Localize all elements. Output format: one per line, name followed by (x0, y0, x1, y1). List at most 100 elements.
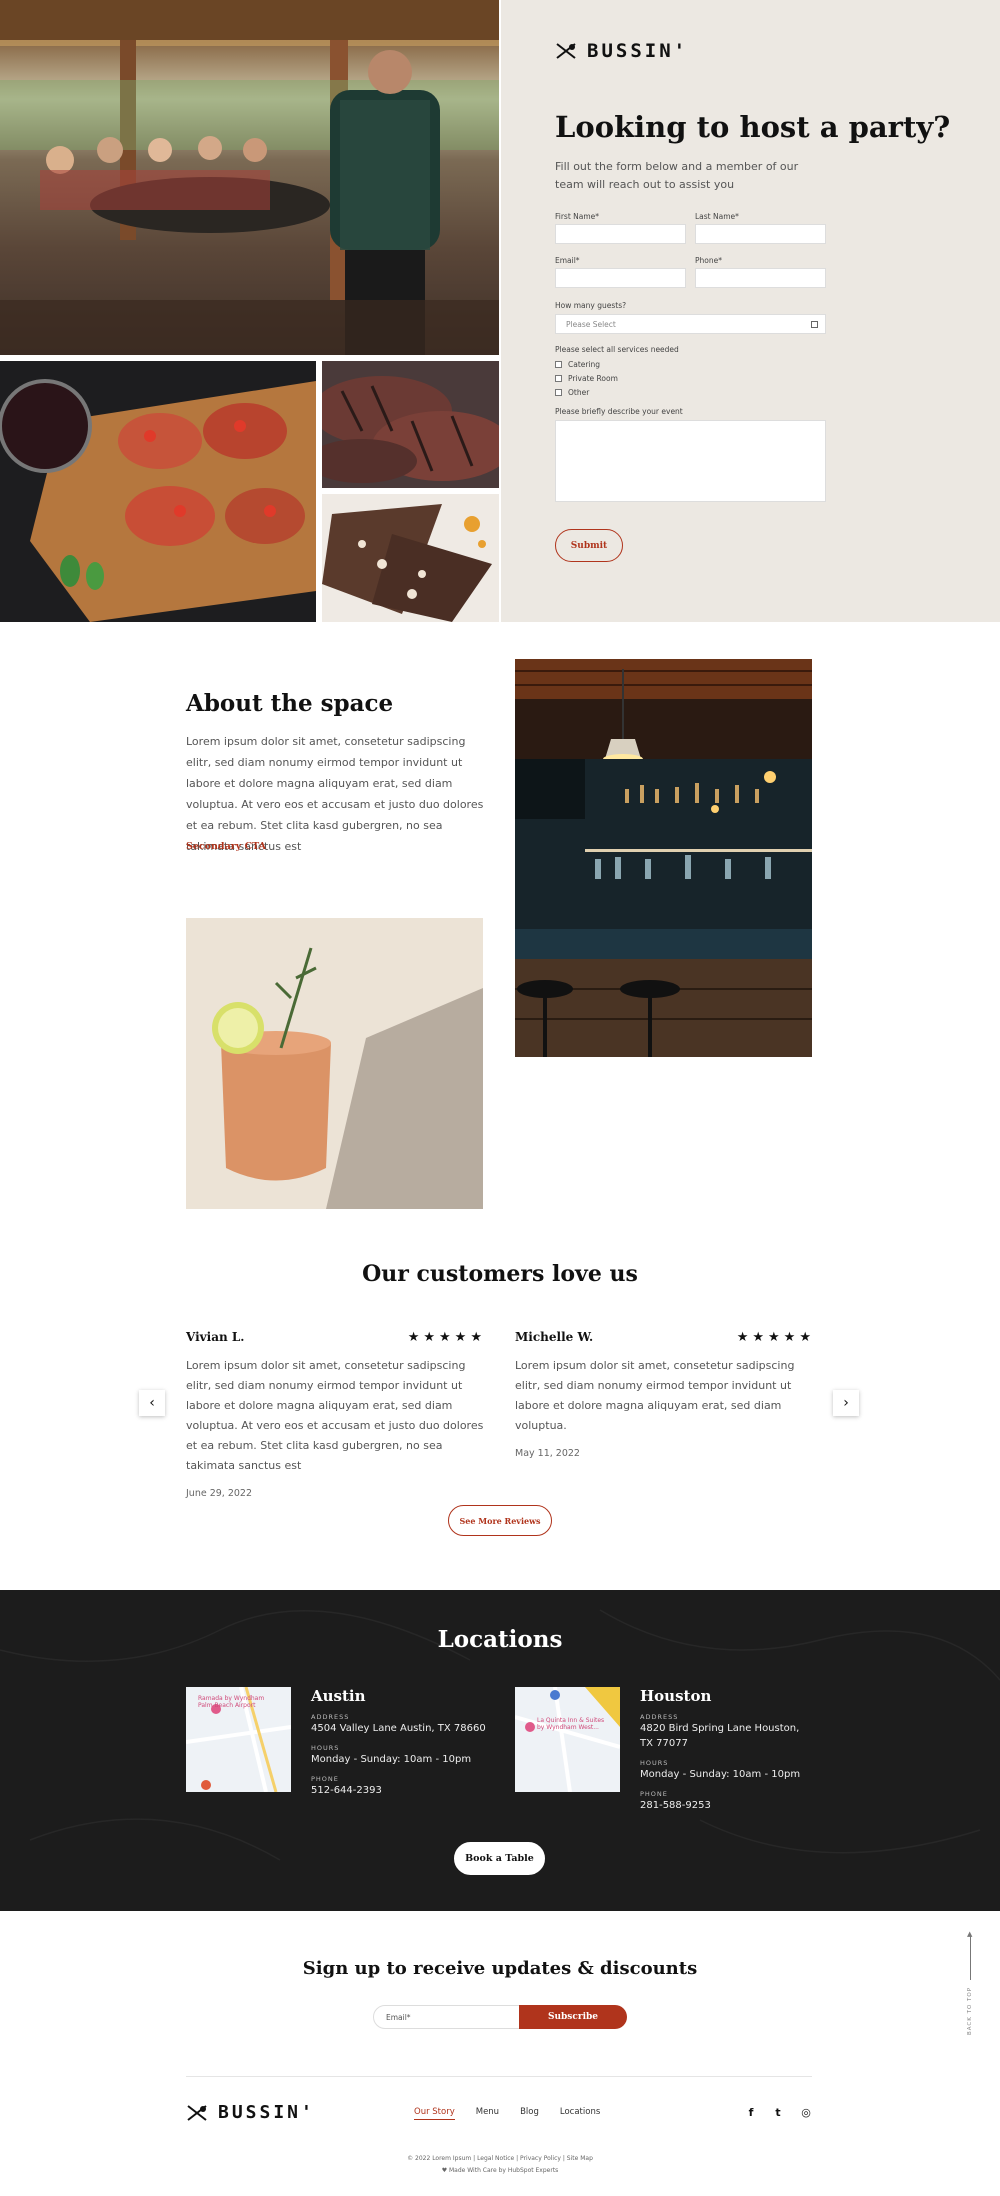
ribs-illustration (322, 361, 499, 488)
cocktail-illustration (212, 947, 483, 1209)
reviews-prev-button[interactable]: ‹ (139, 1390, 165, 1416)
phone-key: PHONE (311, 1775, 339, 1783)
map-illustration (515, 1687, 620, 1792)
utensils-icon (556, 43, 576, 59)
submit-button[interactable]: Submit (555, 529, 623, 562)
service-other-checkbox[interactable]: Other (555, 388, 589, 397)
dessert-illustration (322, 504, 492, 622)
instagram-icon[interactable]: ◎ (799, 2105, 813, 2119)
reviews-next-button[interactable]: › (833, 1390, 859, 1416)
houston-map[interactable]: La Quinta Inn & Suites by Wyndham West..… (515, 1687, 620, 1792)
signup-email-input[interactable]: Email* (373, 2005, 521, 2029)
star-rating-icon: ★★★★★ (407, 1330, 486, 1345)
see-more-reviews-button[interactable]: See More Reviews (448, 1505, 552, 1536)
location-phone[interactable]: 281-588-9253 (640, 1798, 815, 1813)
form-intro: Fill out the form below and a member of … (555, 160, 799, 191)
location-city: Houston (640, 1687, 712, 1705)
hero-section: BUSSIN' Looking to host a party? Fill ou… (0, 0, 1000, 622)
review-text: Lorem ipsum dolor sit amet, consetetur s… (515, 1359, 795, 1432)
location-phone[interactable]: 512-644-2393 (311, 1783, 486, 1798)
service-catering-label: Catering (568, 360, 601, 369)
phone-field[interactable] (695, 268, 826, 288)
review-text: Lorem ipsum dolor sit amet, consetetur s… (186, 1359, 484, 1472)
location-hours: Monday - Sunday: 10am - 10pm (640, 1769, 801, 1780)
party-illustration (0, 0, 499, 355)
book-table-button[interactable]: Book a Table (454, 1842, 545, 1875)
footer-nav-our-story[interactable]: Our Story (414, 2107, 455, 2120)
austin-map-label: Ramada by Wyndham Palm Beach Airport (198, 1695, 265, 1709)
location-city: Austin (311, 1687, 366, 1705)
guests-placeholder: Please Select (566, 320, 616, 329)
footer-nav-blog[interactable]: Blog (520, 2107, 539, 2120)
made-with-care-text: Made With Care by HubSpot Experts (448, 2167, 559, 2174)
back-to-top-label: BACK TO TOP (967, 1986, 974, 2036)
email-field[interactable] (555, 268, 686, 288)
cocktail-photo (186, 918, 483, 1209)
footer-copyright: © 2022 Lorem Ipsum | Legal Notice | Priv… (407, 2155, 593, 2162)
austin-map[interactable]: Ramada by Wyndham Palm Beach Airport (186, 1687, 291, 1792)
calendar-icon (811, 321, 818, 328)
footer-nav-menu[interactable]: Menu (476, 2107, 499, 2120)
heart-icon: ♥ (441, 2167, 449, 2174)
footer-nav: Our Story Menu Blog Locations (414, 2107, 600, 2120)
twitter-icon[interactable]: t (771, 2105, 785, 2119)
location-houston: Houston ADDRESS 4820 Bird Spring Lane Ho… (640, 1687, 815, 1813)
footer-brand-logo[interactable]: BUSSIN' (186, 2102, 315, 2123)
guests-select[interactable]: Please Select (555, 314, 826, 334)
locations-title: Locations (437, 1626, 563, 1653)
bar-illustration (515, 659, 812, 1057)
last-name-field[interactable] (695, 224, 826, 244)
back-to-top-line (970, 1934, 971, 1980)
checkbox-icon (555, 389, 562, 396)
describe-label: Please briefly describe your event (555, 407, 683, 416)
locations-section: Locations Ramada by Wyndham Palm Beach A… (0, 1590, 1000, 1911)
guests-label: How many guests? (555, 301, 627, 310)
first-name-label: First Name* (555, 212, 600, 221)
address-key: ADDRESS (311, 1713, 350, 1721)
bar-photo (515, 659, 812, 1057)
review-date: June 29, 2022 (186, 1488, 253, 1499)
email-placeholder: Email* (386, 2013, 411, 2022)
secondary-cta-link[interactable]: Secondary CTA (186, 841, 266, 852)
service-private-room-label: Private Room (568, 374, 618, 383)
phone-key: PHONE (640, 1790, 668, 1798)
location-hours: Monday - Sunday: 10am - 10pm (311, 1754, 472, 1765)
last-name-label: Last Name* (695, 212, 739, 221)
footer-divider (186, 2076, 812, 2077)
hours-key: HOURS (311, 1744, 340, 1752)
brand-logo[interactable]: BUSSIN' (555, 40, 688, 62)
star-rating-icon: ★★★★★ (736, 1330, 815, 1345)
phone-label: Phone* (695, 256, 722, 265)
subscribe-button[interactable]: Subscribe (519, 2005, 627, 2029)
review-date: May 11, 2022 (515, 1448, 580, 1459)
service-private-room-checkbox[interactable]: Private Room (555, 374, 618, 383)
checkbox-icon (555, 361, 562, 368)
location-address: 4504 Valley Lane Austin, TX 78660 (311, 1723, 486, 1734)
signup-title: Sign up to receive updates & discounts (302, 1958, 698, 1979)
service-catering-checkbox[interactable]: Catering (555, 360, 600, 369)
utensils-icon (187, 2104, 207, 2121)
location-address: 4820 Bird Spring Lane Houston, TX 77077 (640, 1723, 800, 1749)
reviews-title: Our customers love us (362, 1261, 638, 1287)
ribs-photo (322, 361, 499, 488)
service-other-label: Other (568, 388, 590, 397)
event-description-textarea[interactable] (555, 420, 826, 502)
footer-nav-locations[interactable]: Locations (560, 2107, 600, 2120)
services-label: Please select all services needed (555, 345, 679, 354)
footer-brand-name: BUSSIN' (218, 2102, 315, 2123)
facebook-icon[interactable]: f (744, 2105, 758, 2119)
brand-name: BUSSIN' (587, 40, 689, 62)
bruschetta-illustration (0, 379, 316, 622)
houston-map-label: La Quinta Inn & Suites by Wyndham West..… (537, 1717, 605, 1731)
review-card: Michelle W. ★★★★★ Lorem ipsum dolor sit … (515, 1330, 815, 1459)
footer-made-with-care: ♥ Made With Care by HubSpot Experts (0, 2167, 1000, 2174)
hours-key: HOURS (640, 1759, 669, 1767)
first-name-field[interactable] (555, 224, 686, 244)
dessert-photo (322, 494, 499, 622)
review-card: Vivian L. ★★★★★ Lorem ipsum dolor sit am… (186, 1330, 486, 1499)
chevron-right-icon: › (843, 1395, 849, 1411)
form-title: Looking to host a party? (555, 110, 951, 144)
back-to-top-link[interactable]: ▲ BACK TO TOP (964, 1930, 978, 2035)
location-austin: Austin ADDRESS 4504 Valley Lane Austin, … (311, 1687, 486, 1798)
address-key: ADDRESS (640, 1713, 679, 1721)
